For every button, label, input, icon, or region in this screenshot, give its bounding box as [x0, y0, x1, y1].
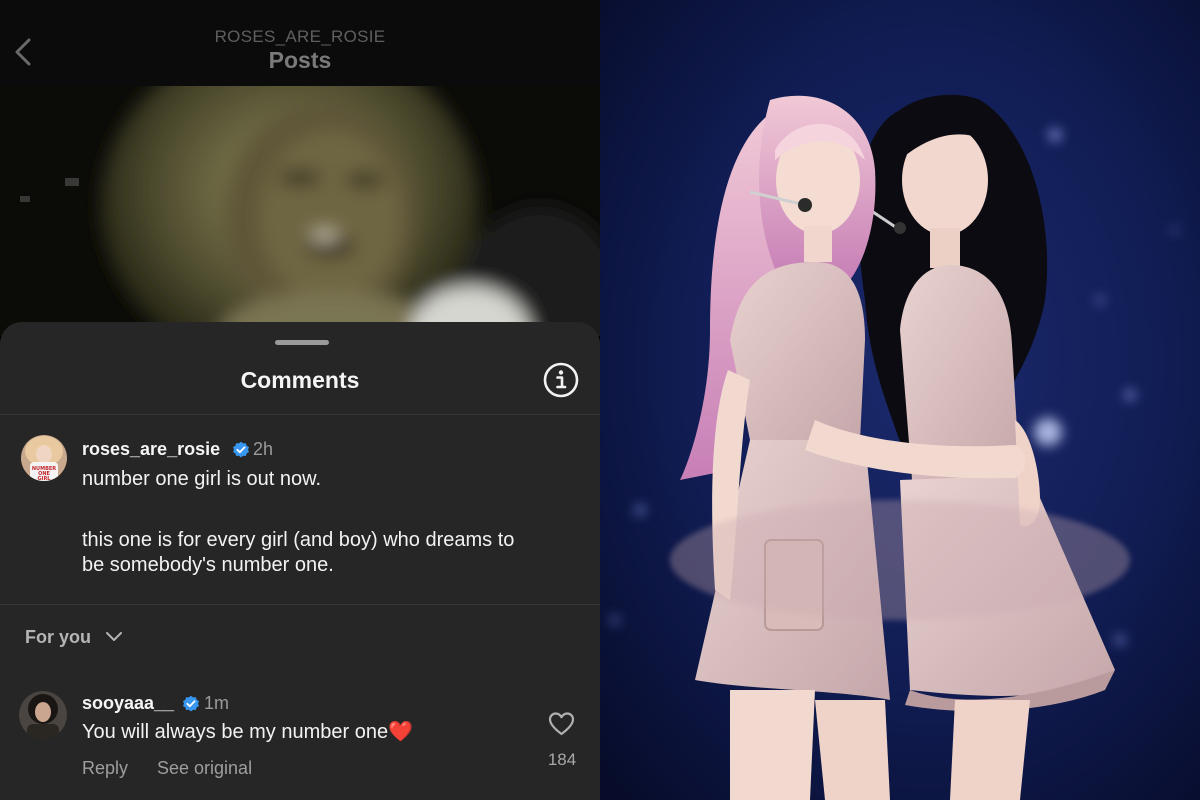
like-count: 184: [547, 750, 577, 769]
comments-sheet: Comments NUMBER ONE GIRL roses_are_rosie…: [0, 322, 600, 800]
comments-title: Comments: [240, 367, 360, 393]
comment-sort-filter[interactable]: For you: [25, 627, 91, 648]
see-original-button[interactable]: See original: [157, 758, 252, 779]
chevron-down-icon[interactable]: [105, 630, 123, 644]
account-name: ROSES_ARE_ROSIE: [214, 27, 386, 46]
info-icon[interactable]: [542, 361, 580, 399]
comment-text: You will always be my number one❤️: [82, 719, 413, 745]
heart-emoji: ❤️: [388, 719, 413, 743]
caption-text-line: this one is for every girl (and boy) who…: [82, 529, 515, 551]
caption-username[interactable]: roses_are_rosie: [82, 439, 220, 460]
comment-text-body: You will always be my number one: [82, 721, 389, 743]
heart-outline-icon[interactable]: [548, 711, 575, 736]
page-title: Posts: [268, 47, 332, 73]
avatar[interactable]: [19, 691, 67, 739]
post-photo: [0, 86, 600, 336]
caption-divider: [0, 604, 600, 605]
reply-button[interactable]: Reply: [82, 758, 128, 779]
caption-time: 2h: [253, 439, 274, 459]
avatar[interactable]: NUMBER ONE GIRL: [21, 435, 67, 481]
concert-photo: [600, 0, 1200, 800]
verified-badge-icon: [183, 695, 199, 712]
instagram-screenshot: ROSES_ARE_ROSIE Posts Comments NUMBER ON…: [0, 0, 600, 800]
comment-username[interactable]: sooyaaa__: [82, 693, 174, 714]
title-divider: [0, 414, 600, 415]
comment-time: 1m: [204, 693, 230, 713]
caption-text-line: number one girl is out now.: [82, 468, 322, 490]
svg-text:GIRL: GIRL: [37, 476, 51, 481]
sheet-grabber[interactable]: [275, 340, 329, 345]
verified-badge-icon: [233, 441, 249, 458]
top-navigation-bar: ROSES_ARE_ROSIE Posts: [0, 0, 600, 86]
caption-text-line: be somebody's number one.: [82, 554, 334, 576]
